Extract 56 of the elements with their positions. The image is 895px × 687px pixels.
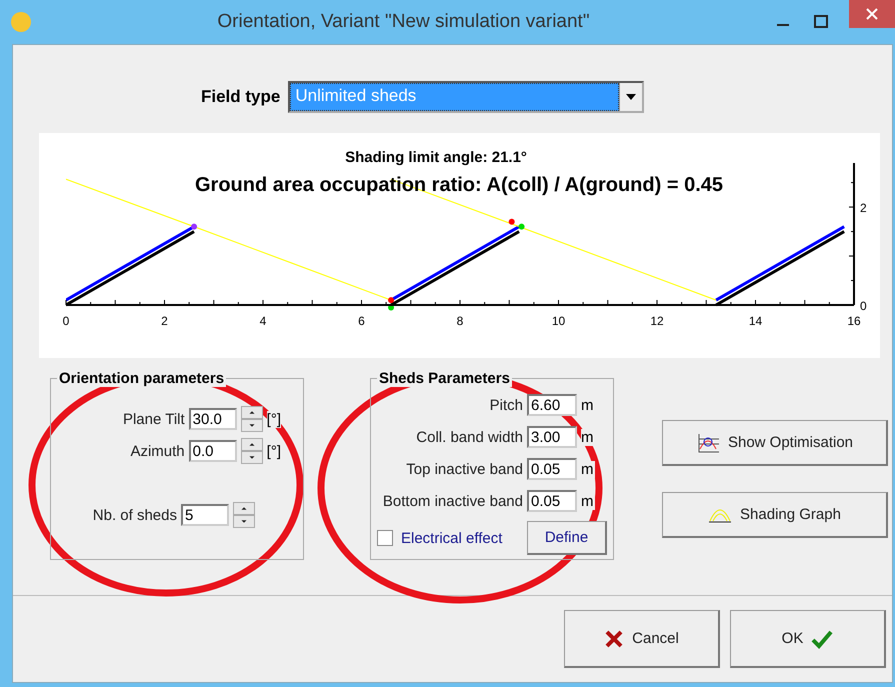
side-button[interactable]: Show Optimisation	[662, 420, 888, 466]
close-button[interactable]	[849, 0, 895, 28]
number-field[interactable]: 0.05	[527, 458, 577, 480]
maximize-icon[interactable]	[813, 14, 829, 30]
field-label: Nb. of sheds	[92, 506, 177, 524]
group-title: Orientation parameters	[57, 370, 226, 387]
define-button[interactable]: Define	[527, 521, 607, 555]
chart-subtitle: Shading limit angle: 21.1°	[345, 149, 527, 166]
field-type-label: Field type	[201, 87, 280, 107]
field-label: Pitch	[490, 396, 523, 414]
spin-buttons[interactable]	[240, 438, 263, 464]
chart-icon	[696, 432, 720, 452]
unit-label: [°]	[266, 442, 281, 460]
axis-tick-label: 6	[358, 314, 365, 328]
cancel-button[interactable]: Cancel	[564, 610, 720, 668]
side-button[interactable]: Shading Graph	[662, 492, 888, 538]
ok-button[interactable]: OK	[730, 610, 886, 668]
checkmark-icon	[811, 628, 834, 648]
number-field[interactable]: 0.05	[527, 490, 577, 512]
point-marker	[508, 218, 515, 225]
dropdown-arrow-icon	[626, 94, 636, 100]
field-label: Plane Tilt	[122, 410, 185, 428]
electrical-effect-checkbox[interactable]	[377, 530, 393, 546]
group-title: Sheds Parameters	[377, 370, 512, 387]
point-marker	[191, 224, 198, 230]
axis-tick-label: 0	[860, 299, 867, 313]
spin-buttons[interactable]	[233, 502, 255, 528]
number-field[interactable]: 3.00	[527, 426, 577, 448]
axis-tick-label: 2	[161, 314, 168, 328]
number-field[interactable]: 30.0	[188, 408, 237, 430]
axis-tick-label: 16	[847, 314, 861, 328]
close-icon	[866, 8, 878, 20]
unit-label: m	[581, 428, 595, 446]
field-label: Coll. band width	[416, 428, 523, 446]
axis-tick-label: 2	[860, 201, 867, 216]
app-icon	[10, 11, 32, 33]
axis-tick-label: 14	[748, 314, 762, 328]
close-icon	[604, 628, 624, 648]
field-label: Top inactive band	[406, 460, 523, 478]
axis-tick-label: 12	[650, 314, 664, 328]
axis-tick-label: 0	[62, 314, 70, 328]
number-field[interactable]: 5	[181, 504, 229, 526]
number-field[interactable]: 6.60	[527, 394, 577, 416]
axis-tick-label: 10	[552, 314, 566, 328]
axis-tick-label: 8	[456, 314, 464, 328]
field-label: Bottom inactive band	[382, 492, 523, 510]
unit-label: m	[581, 460, 595, 478]
field-label: Azimuth	[130, 442, 185, 460]
arc-icon	[708, 506, 732, 522]
axis-tick-label: 4	[260, 314, 266, 328]
spin-buttons[interactable]	[240, 406, 263, 432]
checkbox-label: Electrical effect	[401, 530, 502, 546]
point-marker	[518, 224, 525, 230]
number-field[interactable]: 0.0	[188, 440, 237, 462]
unit-label: [°]	[266, 410, 281, 428]
window-title: Orientation, Variant "New simulation variant"	[216, 11, 591, 33]
